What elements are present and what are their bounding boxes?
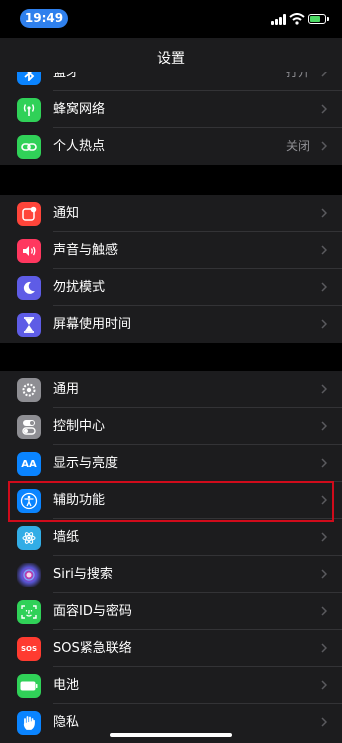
row-value: 关闭 — [285, 139, 310, 153]
home-indicator[interactable] — [110, 733, 232, 737]
face-id-icon — [17, 600, 41, 624]
row-label: 屏幕使用时间 — [53, 317, 132, 332]
row-label: 个人热点 — [53, 139, 106, 154]
row-do-not-disturb[interactable]: 勿扰模式 — [0, 269, 342, 306]
section-gap — [0, 165, 342, 195]
row-label: 面容ID与密码 — [53, 604, 132, 619]
row-label: 隐私 — [53, 715, 80, 730]
chevron-right-icon — [321, 717, 327, 727]
row-hotspot[interactable]: 个人热点 关闭 — [0, 128, 342, 165]
sound-icon — [17, 239, 41, 263]
row-label: Siri与搜索 — [53, 567, 113, 582]
hand-icon — [17, 711, 41, 735]
row-emergency-sos[interactable]: SOS SOS紧急联络 — [0, 630, 342, 667]
row-screen-time[interactable]: 屏幕使用时间 — [0, 306, 342, 343]
row-value: 打开 — [285, 72, 310, 79]
text-size-icon: AA — [17, 452, 41, 476]
hotspot-icon — [17, 135, 41, 159]
row-label: 蜂窝网络 — [53, 102, 106, 117]
status-time[interactable]: 19:49 — [20, 9, 68, 28]
chevron-right-icon — [321, 72, 327, 77]
row-label: 墙纸 — [53, 530, 80, 545]
row-label: 声音与触感 — [53, 243, 119, 258]
row-display-brightness[interactable]: AA 显示与亮度 — [0, 445, 342, 482]
row-notifications[interactable]: 通知 — [0, 195, 342, 232]
hourglass-icon — [17, 313, 41, 337]
row-siri-search[interactable]: Siri与搜索 — [0, 556, 342, 593]
row-face-id-passcode[interactable]: 面容ID与密码 — [0, 593, 342, 630]
row-label: 通知 — [53, 206, 80, 221]
moon-icon — [17, 276, 41, 300]
chevron-right-icon — [321, 141, 327, 151]
chevron-right-icon — [321, 680, 327, 690]
group-notifications: 通知 声音与触感 勿扰模式 屏幕使用时间 — [0, 195, 342, 343]
row-bluetooth[interactable]: 蓝牙 打开 — [0, 72, 342, 91]
row-sounds[interactable]: 声音与触感 — [0, 232, 342, 269]
row-label: 通用 — [53, 382, 80, 397]
sos-icon: SOS — [17, 637, 41, 661]
chevron-right-icon — [321, 245, 327, 255]
row-accessibility[interactable]: 辅助功能 — [0, 482, 342, 519]
chevron-right-icon — [321, 282, 327, 292]
chevron-right-icon — [321, 532, 327, 542]
toggles-icon — [17, 415, 41, 439]
row-label: SOS紧急联络 — [53, 641, 132, 656]
antenna-icon — [17, 98, 41, 122]
row-cellular[interactable]: 蜂窝网络 — [0, 91, 342, 128]
chevron-right-icon — [321, 606, 327, 616]
row-label: 勿扰模式 — [53, 280, 106, 295]
bluetooth-icon — [17, 72, 41, 85]
row-label: 电池 — [53, 678, 80, 693]
row-label: 蓝牙 — [53, 72, 80, 80]
cellular-signal-icon — [271, 14, 287, 25]
accessibility-icon — [17, 489, 41, 513]
row-battery[interactable]: 电池 — [0, 667, 342, 704]
group-general: 通用 控制中心 AA 显示与亮度 辅助功能 墙纸 Siri与搜索 面容ID与密码… — [0, 371, 342, 743]
chevron-right-icon — [321, 569, 327, 579]
chevron-right-icon — [321, 319, 327, 329]
row-control-center[interactable]: 控制中心 — [0, 408, 342, 445]
status-bar: 19:49 — [0, 0, 342, 38]
notifications-icon — [17, 202, 41, 226]
chevron-right-icon — [321, 458, 327, 468]
chevron-right-icon — [321, 208, 327, 218]
group-connectivity: 蓝牙 打开 蜂窝网络 个人热点 关闭 — [0, 72, 342, 165]
chevron-right-icon — [321, 643, 327, 653]
row-wallpaper[interactable]: 墙纸 — [0, 519, 342, 556]
section-gap — [0, 343, 342, 371]
nav-bar: 设置 — [0, 38, 342, 72]
chevron-right-icon — [321, 495, 327, 505]
page-title: 设置 — [157, 51, 185, 67]
siri-icon — [17, 563, 41, 587]
battery-status-icon — [308, 14, 329, 24]
chevron-right-icon — [321, 104, 327, 114]
wifi-icon — [289, 13, 305, 25]
row-label: 显示与亮度 — [53, 456, 119, 471]
row-general[interactable]: 通用 — [0, 371, 342, 408]
gear-icon — [17, 378, 41, 402]
battery-icon — [17, 674, 41, 698]
chevron-right-icon — [321, 384, 327, 394]
flower-icon — [17, 526, 41, 550]
row-label: 控制中心 — [53, 419, 106, 434]
chevron-right-icon — [321, 421, 327, 431]
row-label: 辅助功能 — [53, 493, 106, 508]
